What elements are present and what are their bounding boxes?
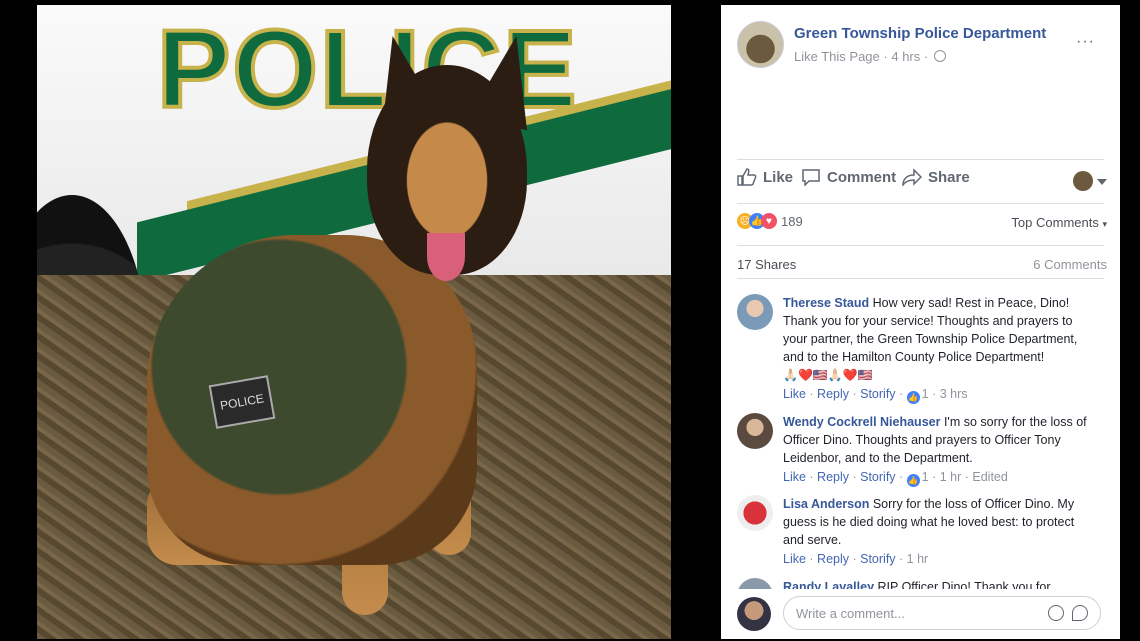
divider <box>737 245 1104 246</box>
comment-label: Comment <box>827 168 897 186</box>
facebook-post-card: Green Township Police Department Like Th… <box>721 5 1120 639</box>
commenter-name[interactable]: Therese Staud <box>783 296 869 310</box>
comments-list[interactable]: Therese Staud How very sad! Rest in Peac… <box>721 284 1120 589</box>
commenter-avatar[interactable] <box>737 413 773 449</box>
share-button[interactable]: Share <box>902 168 970 186</box>
comment-storify-link[interactable]: Storify <box>860 470 895 484</box>
comment-storify-link[interactable]: Storify <box>860 552 895 566</box>
separator: · <box>923 49 929 64</box>
separator: · <box>883 49 888 64</box>
comment-like-link[interactable]: Like <box>783 470 806 484</box>
divider <box>737 278 1104 279</box>
comment-input[interactable]: Write a comment... <box>783 596 1101 630</box>
more-icon[interactable]: ··· <box>1076 33 1095 51</box>
sticker-icon[interactable] <box>1072 605 1088 621</box>
comment-like-icon: 👍 <box>906 391 920 404</box>
thumbs-up-icon <box>737 168 757 186</box>
caret-down-icon: ▾ <box>1102 219 1107 229</box>
comment-emoji: 🙏🏻❤️🇺🇸🙏🏻❤️🇺🇸 <box>783 368 873 382</box>
comment-edited-label[interactable]: Edited <box>972 470 1007 484</box>
comment-reply-link[interactable]: Reply <box>817 387 849 401</box>
shares-count[interactable]: 17 Shares <box>737 257 796 272</box>
love-react-icon[interactable]: ♥ <box>761 213 777 229</box>
divider <box>737 159 1104 160</box>
comment-text: RIP Officer Dino! Thank you for <box>877 580 1051 589</box>
commenter-name[interactable]: Lisa Anderson <box>783 497 869 511</box>
comment-body: Randy Lavalley RIP Officer Dino! Thank y… <box>783 578 1093 589</box>
comment-placeholder: Write a comment... <box>796 606 905 621</box>
comment-body: Therese Staud How very sad! Rest in Peac… <box>783 294 1093 404</box>
post-subtitle: Like This Page · 4 hrs · <box>794 49 946 64</box>
dog-body-vest <box>147 235 477 565</box>
post-header: Green Township Police Department Like Th… <box>737 21 1107 69</box>
comment-reply-link[interactable]: Reply <box>817 552 849 566</box>
comments-count[interactable]: 6 Comments <box>1033 257 1107 272</box>
comment-like-link[interactable]: Like <box>783 387 806 401</box>
commenter-name[interactable]: Wendy Cockrell Niehauser <box>783 415 940 429</box>
emoji-icon[interactable] <box>1048 605 1064 621</box>
share-label: Share <box>928 168 970 186</box>
reactions-row: ☹ 👍 ♥ 189 Top Comments ▾ <box>737 210 1107 234</box>
globe-icon <box>933 50 946 62</box>
caret-down-icon[interactable] <box>1097 179 1107 185</box>
commenter-avatar[interactable] <box>737 495 773 531</box>
comment-meta: Like · Reply · Storify · 1 hr <box>783 552 929 566</box>
page-avatar[interactable] <box>737 21 784 68</box>
commenter-name[interactable]: Randy Lavalley <box>783 580 874 589</box>
share-icon <box>902 168 922 186</box>
like-button[interactable]: Like <box>737 168 793 186</box>
reaction-count[interactable]: 189 <box>781 214 803 229</box>
stats-row: 17 Shares 6 Comments <box>737 257 1107 272</box>
comment-time[interactable]: 1 hr <box>940 470 962 484</box>
comment-like-count[interactable]: 1 <box>922 470 929 484</box>
top-comments-label: Top Comments <box>1011 215 1099 230</box>
post-time[interactable]: 4 hrs <box>891 49 920 64</box>
comment-like-count[interactable]: 1 <box>922 387 929 401</box>
comment-like-icon: 👍 <box>906 474 920 487</box>
page-name-link[interactable]: Green Township Police Department <box>794 25 1046 42</box>
commenter-avatar[interactable] <box>737 294 773 330</box>
post-photo[interactable]: POLICE POLICE <box>37 5 671 639</box>
post-actions: Like Comment Share <box>737 168 1107 198</box>
comment-body: Lisa Anderson Sorry for the loss of Offi… <box>783 495 1093 568</box>
comment-storify-link[interactable]: Storify <box>860 387 895 401</box>
dog-tongue <box>427 233 465 281</box>
comment-button[interactable]: Comment <box>801 168 896 186</box>
divider <box>737 203 1104 204</box>
comment-time[interactable]: 1 hr <box>907 552 929 566</box>
current-user-avatar <box>737 597 771 631</box>
comment-body: Wendy Cockrell Niehauser I'm so sorry fo… <box>783 413 1093 487</box>
comment-composer: Write a comment... <box>737 595 1107 631</box>
comment-icon <box>802 169 820 186</box>
post-as-avatar[interactable] <box>1073 171 1093 191</box>
like-label: Like <box>763 168 794 186</box>
top-comments-dropdown[interactable]: Top Comments ▾ <box>1011 215 1107 230</box>
comment-reply-link[interactable]: Reply <box>817 470 849 484</box>
comment-like-link[interactable]: Like <box>783 552 806 566</box>
commenter-avatar[interactable] <box>737 578 773 589</box>
comment-meta: Like · Reply · Storify · 👍 1 · 3 hrs <box>783 387 968 404</box>
like-page-link[interactable]: Like This Page <box>794 49 880 64</box>
comment-time[interactable]: 3 hrs <box>940 387 968 401</box>
comment-meta: Like · Reply · Storify · 👍 1 · 1 hr · Edi… <box>783 470 1008 487</box>
